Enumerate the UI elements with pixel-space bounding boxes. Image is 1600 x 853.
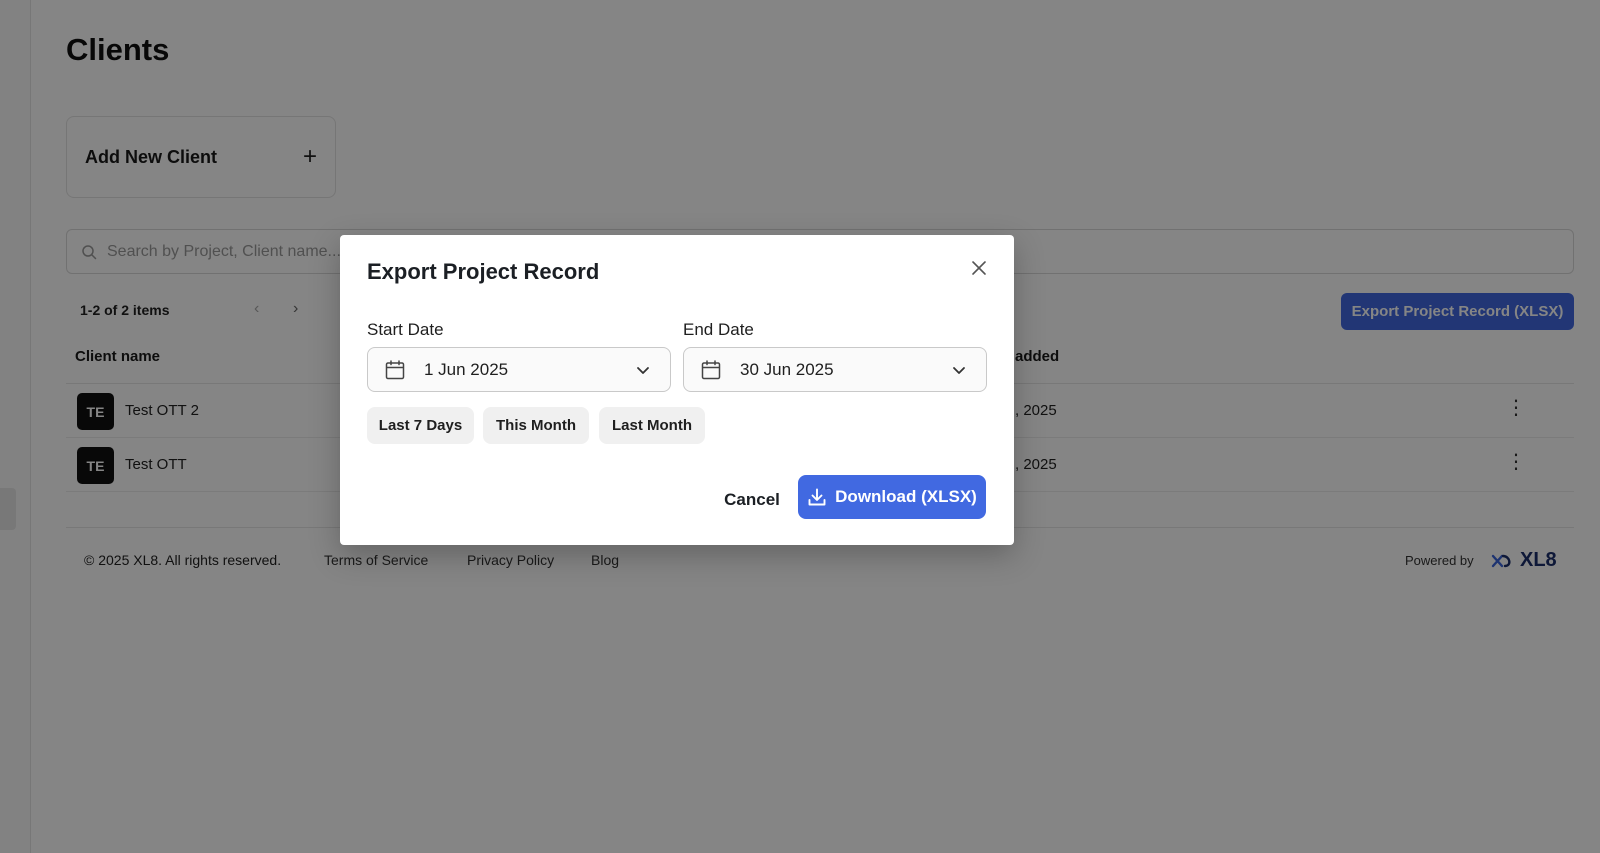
preset-last-7-days-button[interactable]: Last 7 Days [367,407,474,444]
download-button-label: Download (XLSX) [835,487,977,506]
download-xlsx-button[interactable]: Download (XLSX) [798,475,986,519]
end-date-label: End Date [683,320,754,339]
cancel-button[interactable]: Cancel [712,485,792,515]
start-date-picker[interactable]: 1 Jun 2025 [367,347,671,392]
end-date-value: 30 Jun 2025 [740,359,834,379]
download-icon [808,488,826,506]
calendar-icon [701,359,721,379]
export-project-record-dialog: Export Project Record Start Date End Dat… [340,235,1014,545]
start-date-value: 1 Jun 2025 [424,359,509,379]
chevron-down-icon [953,366,965,374]
start-date-label: Start Date [367,320,444,339]
dialog-title: Export Project Record [367,259,600,284]
calendar-icon [385,359,405,379]
end-date-picker[interactable]: 30 Jun 2025 [683,347,987,392]
preset-last-month-button[interactable]: Last Month [599,407,705,444]
close-icon[interactable] [970,259,988,277]
chevron-down-icon [637,366,649,374]
preset-this-month-button[interactable]: This Month [483,407,589,444]
